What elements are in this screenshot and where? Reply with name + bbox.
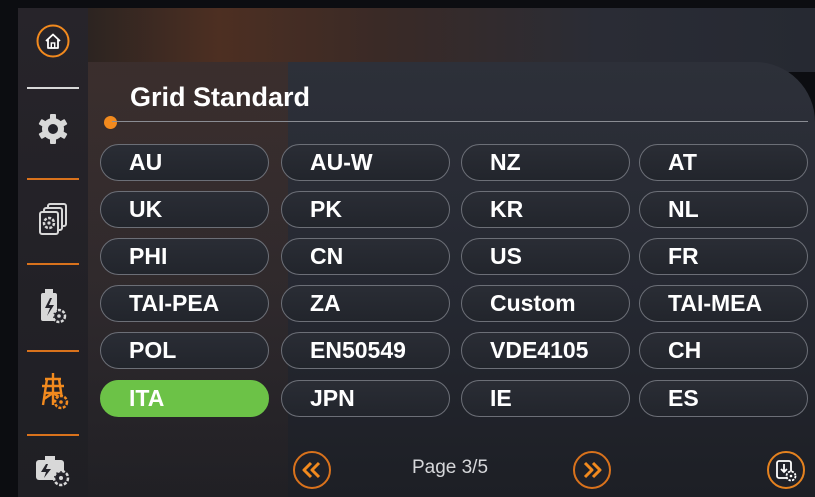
standard-option-tai-pea[interactable]: TAI-PEA (100, 285, 269, 322)
standard-option-at[interactable]: AT (639, 144, 808, 181)
title-divider (112, 121, 808, 122)
standard-option-nz[interactable]: NZ (461, 144, 630, 181)
page-indicator: Page 3/5 (411, 457, 489, 478)
standard-option-nl[interactable]: NL (639, 191, 808, 228)
standard-option-vde4105[interactable]: VDE4105 (461, 332, 630, 369)
standard-option-cn[interactable]: CN (281, 238, 450, 275)
sidebar-item-home[interactable] (18, 24, 88, 58)
main-panel (88, 62, 815, 497)
standard-option-ie[interactable]: IE (461, 380, 630, 417)
standard-option-fr[interactable]: FR (639, 238, 808, 275)
standard-option-us[interactable]: US (461, 238, 630, 275)
sidebar-item-device-settings[interactable] (18, 201, 88, 237)
sidebar-item-grid-settings[interactable] (18, 371, 88, 411)
export-settings-icon (776, 460, 797, 482)
standard-option-za[interactable]: ZA (281, 285, 450, 322)
standard-option-ita[interactable]: ITA (100, 380, 269, 417)
sidebar-item-settings[interactable] (18, 112, 88, 146)
standard-option-ch[interactable]: CH (639, 332, 808, 369)
next-page-button[interactable] (573, 451, 611, 489)
double-chevron-left-icon (302, 461, 321, 479)
battery-settings-icon (41, 289, 67, 324)
gear-icon (38, 114, 68, 144)
standard-option-kr[interactable]: KR (461, 191, 630, 228)
standard-option-au-w[interactable]: AU-W (281, 144, 450, 181)
standard-option-phi[interactable]: PHI (100, 238, 269, 275)
double-chevron-right-icon (583, 461, 602, 479)
home-icon (36, 24, 70, 58)
page-title: Grid Standard (130, 82, 311, 112)
standard-option-au[interactable]: AU (100, 144, 269, 181)
sidebar-item-battery-settings[interactable] (18, 288, 88, 326)
generator-settings-icon (36, 456, 70, 487)
standard-option-uk[interactable]: UK (100, 191, 269, 228)
device-settings-icon (39, 203, 67, 235)
standard-option-pol[interactable]: POL (100, 332, 269, 369)
standard-option-custom[interactable]: Custom (461, 285, 630, 322)
standard-option-tai-mea[interactable]: TAI-MEA (639, 285, 808, 322)
standard-option-es[interactable]: ES (639, 380, 808, 417)
standard-option-pk[interactable]: PK (281, 191, 450, 228)
title-accent-dot (104, 116, 117, 129)
grid-settings-icon (41, 373, 69, 410)
sidebar-item-generator-settings[interactable] (18, 454, 88, 488)
export-settings-button[interactable] (767, 451, 805, 489)
sidebar (18, 8, 88, 497)
standard-option-jpn[interactable]: JPN (281, 380, 450, 417)
prev-page-button[interactable] (293, 451, 331, 489)
standard-option-en50549[interactable]: EN50549 (281, 332, 450, 369)
